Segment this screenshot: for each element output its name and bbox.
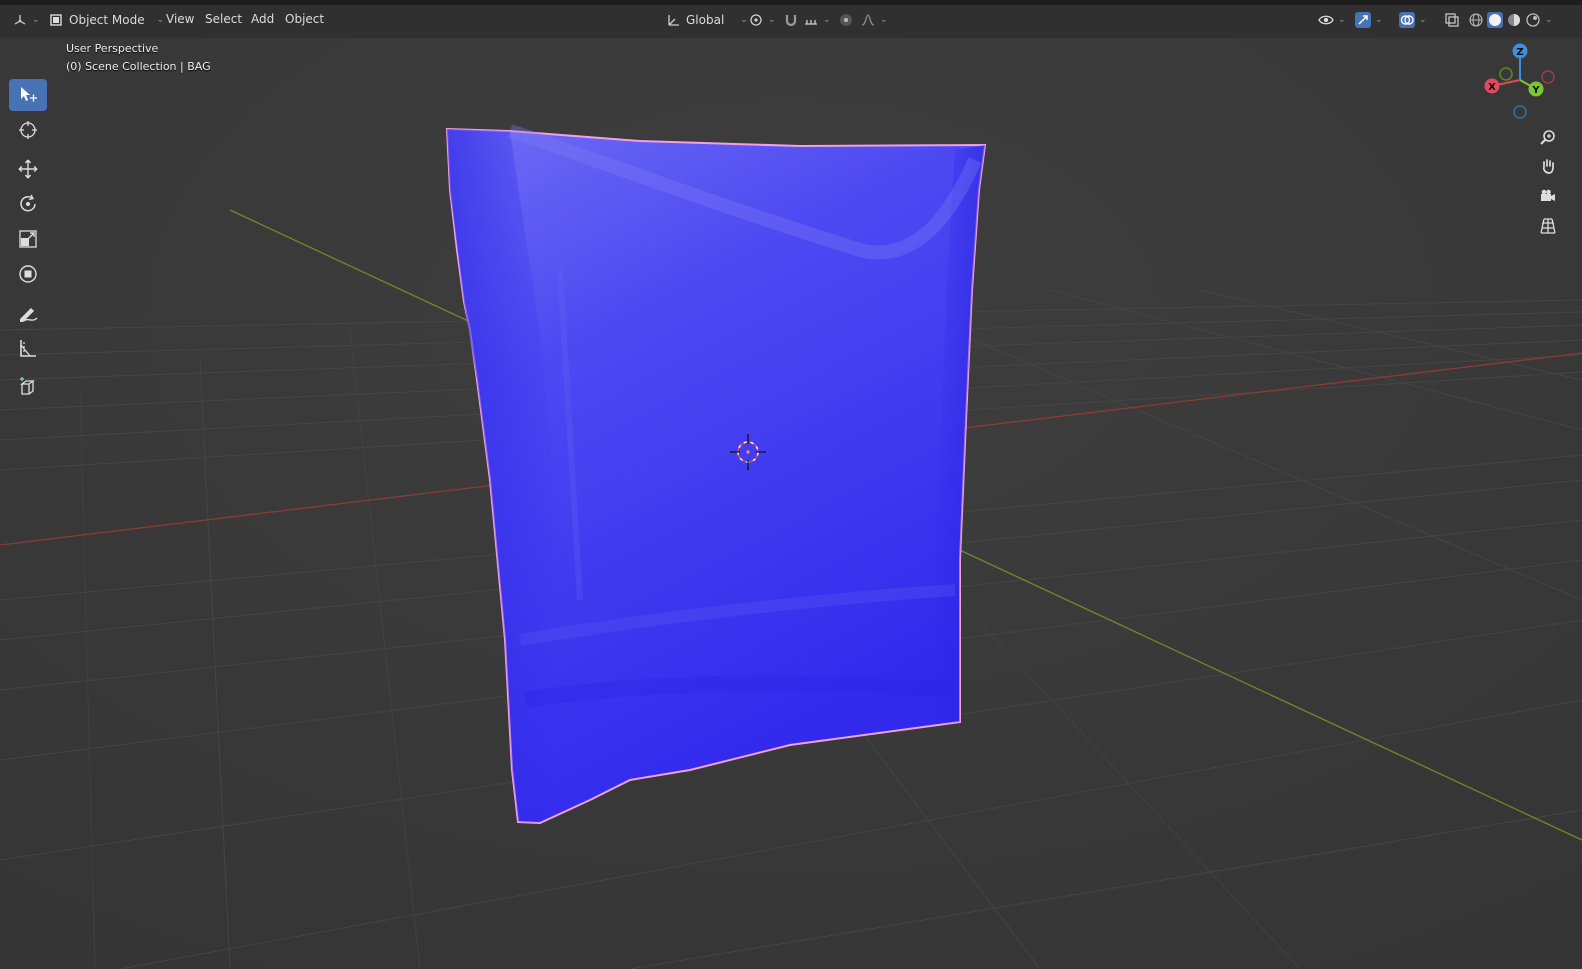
orientation-axes-icon: [668, 15, 679, 26]
chevron-down-icon: ⌄: [1338, 15, 1346, 25]
cursor-icon: [19, 121, 37, 139]
z-axis-handle[interactable]: Z: [1512, 43, 1528, 59]
pan-button[interactable]: [1535, 153, 1561, 179]
neg-y-handle[interactable]: [1499, 67, 1513, 81]
viewport-header: ⌄ Object Mode ⌄ View Select Add Object G…: [0, 0, 1582, 38]
wireframe-sphere-icon: [1469, 13, 1483, 27]
rendered-sphere-icon: [1526, 13, 1540, 27]
bag-object[interactable]: [445, 124, 987, 825]
select-box-icon: [21, 87, 37, 102]
magnet-icon: [785, 15, 797, 27]
neg-z-handle[interactable]: [1513, 105, 1527, 119]
menu-object[interactable]: Object: [285, 12, 324, 26]
3d-viewport[interactable]: User Perspective (0) Scene Collection | …: [0, 38, 1582, 969]
menu-add[interactable]: Add: [251, 12, 274, 26]
add-cube-tool[interactable]: [9, 371, 47, 403]
view3d-icon: [14, 15, 26, 25]
overlays-icon: [1399, 12, 1415, 28]
y-axis-label: Y: [1531, 85, 1540, 96]
mode-label: Object Mode: [69, 13, 145, 27]
transform-orientation-dropdown[interactable]: Global ⌄: [666, 10, 748, 30]
shading-solid-button[interactable]: [1487, 10, 1503, 30]
chevron-down-icon: ⌄: [740, 15, 748, 25]
transform-tool[interactable]: [9, 258, 47, 290]
neg-x-handle[interactable]: [1541, 70, 1555, 84]
transform-orientation-label: Global: [686, 13, 725, 27]
zoom-icon: [1540, 130, 1555, 145]
xray-icon: [1445, 13, 1459, 27]
pivot-point-dropdown[interactable]: ⌄: [748, 10, 776, 30]
scale-icon: [19, 230, 37, 248]
shading-material-button[interactable]: [1506, 10, 1522, 30]
scene-render: [0, 38, 1582, 969]
x-axis-label: X: [1488, 82, 1496, 93]
pan-hand-icon: [1542, 159, 1554, 174]
x-axis-handle[interactable]: X: [1484, 78, 1500, 94]
proportional-edit-icon: [840, 14, 852, 26]
view-name-label: User Perspective: [66, 42, 159, 55]
snap-increment-icon: [805, 20, 817, 25]
chevron-down-icon: ⌄: [1419, 15, 1427, 25]
falloff-dropdown[interactable]: ⌄: [860, 10, 888, 30]
measure-icon: [20, 340, 36, 357]
select-box-tool[interactable]: [9, 79, 47, 111]
chevron-down-icon: ⌄: [823, 15, 831, 25]
move-tool[interactable]: [9, 153, 47, 185]
camera-icon: [1541, 189, 1555, 201]
snap-toggle[interactable]: [783, 10, 799, 30]
rotate-tool[interactable]: [9, 188, 47, 220]
transform-icon: [19, 265, 37, 283]
shading-wireframe-button[interactable]: [1468, 10, 1484, 30]
menu-view[interactable]: View: [166, 12, 194, 26]
falloff-curve-icon: [861, 14, 875, 26]
navigation-gizmo[interactable]: Z X Y: [1478, 42, 1566, 128]
annotate-icon: [20, 308, 38, 322]
editor-type-button[interactable]: ⌄: [12, 10, 40, 30]
chevron-down-icon: ⌄: [768, 15, 776, 25]
material-sphere-icon: [1508, 14, 1520, 26]
shading-rendered-button[interactable]: ⌄: [1525, 10, 1553, 30]
collection-info-label: (0) Scene Collection | BAG: [66, 60, 211, 73]
visibility-dropdown[interactable]: ⌄: [1318, 10, 1346, 30]
mode-dropdown[interactable]: Object Mode ⌄: [48, 10, 164, 30]
eye-icon: [1318, 15, 1334, 25]
annotate-tool[interactable]: [9, 297, 47, 329]
object-mode-icon: [50, 14, 62, 26]
chevron-down-icon: ⌄: [1545, 15, 1553, 25]
xray-toggle[interactable]: [1444, 10, 1460, 30]
gizmo-toggle[interactable]: ⌄: [1355, 10, 1383, 30]
zoom-button[interactable]: [1535, 124, 1561, 150]
pivot-icon: [750, 14, 762, 26]
ortho-toggle-button[interactable]: [1535, 213, 1561, 239]
ortho-grid-icon: [1540, 218, 1556, 234]
gizmo-arrow-icon: [1355, 12, 1371, 28]
rotate-icon: [20, 194, 36, 212]
menu-select[interactable]: Select: [205, 12, 242, 26]
z-axis-label: Z: [1516, 47, 1523, 58]
scale-tool[interactable]: [9, 223, 47, 255]
overlays-toggle[interactable]: ⌄: [1399, 10, 1427, 30]
add-cube-icon: [20, 377, 35, 395]
chevron-down-icon: ⌄: [32, 15, 40, 25]
cursor-tool[interactable]: [9, 114, 47, 146]
chevron-down-icon: ⌄: [880, 15, 888, 25]
solid-sphere-icon: [1487, 12, 1503, 28]
measure-tool[interactable]: [9, 332, 47, 364]
chevron-down-icon: ⌄: [156, 15, 165, 25]
move-icon: [18, 159, 38, 179]
y-axis-handle[interactable]: Y: [1528, 81, 1544, 97]
camera-view-button[interactable]: [1535, 183, 1561, 209]
chevron-down-icon: ⌄: [1375, 15, 1383, 25]
proportional-edit-toggle[interactable]: [838, 10, 854, 30]
snap-target-dropdown[interactable]: ⌄: [803, 10, 831, 30]
